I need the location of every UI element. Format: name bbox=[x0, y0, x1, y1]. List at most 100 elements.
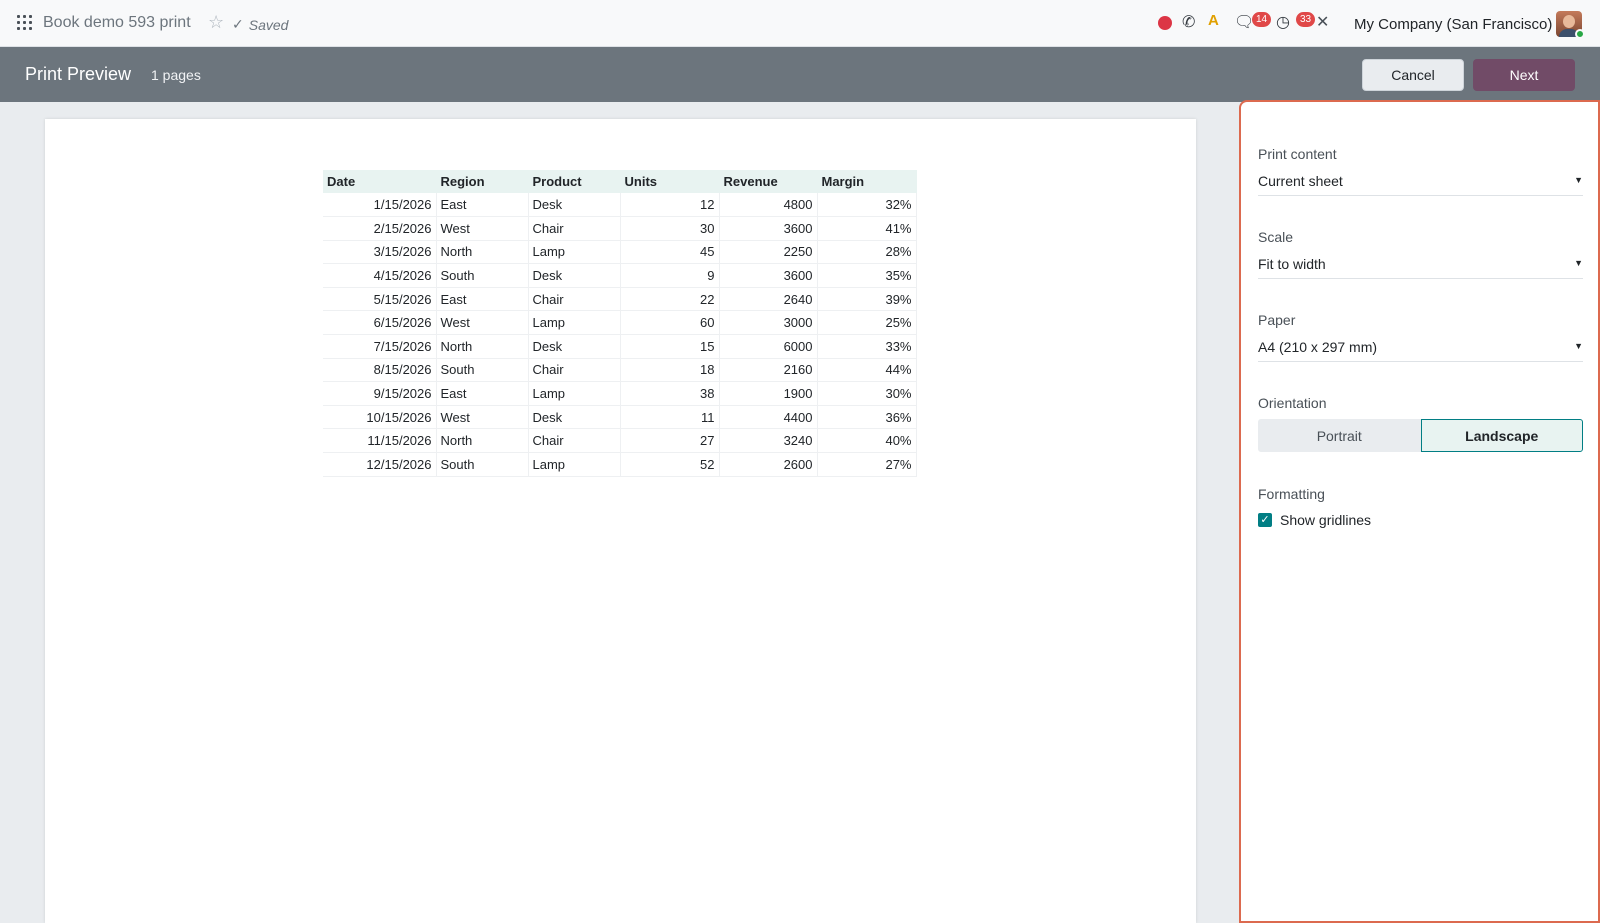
presence-status-icon bbox=[1575, 29, 1585, 39]
table-cell: 8/15/2026 bbox=[323, 358, 437, 383]
table-cell: Lamp bbox=[528, 452, 621, 477]
table-cell: 6000 bbox=[719, 334, 818, 359]
table-cell: 7/15/2026 bbox=[323, 334, 437, 359]
table-cell: 2250 bbox=[719, 240, 818, 265]
caret-down-icon: ▼ bbox=[1574, 175, 1583, 185]
table-row: 3/15/2026 North Lamp 45 2250 28% bbox=[323, 240, 917, 265]
orientation-field: Orientation Portrait Landscape bbox=[1258, 395, 1583, 452]
table-row: 7/15/2026 North Desk 15 6000 33% bbox=[323, 334, 917, 359]
table-header-row: Date Region Product Units Revenue Margin bbox=[323, 170, 917, 193]
ai-icon[interactable]: A bbox=[1208, 12, 1219, 29]
apps-menu-icon[interactable] bbox=[17, 15, 32, 30]
formatting-label: Formatting bbox=[1258, 486, 1325, 502]
show-gridlines-option[interactable]: ✓ Show gridlines bbox=[1258, 512, 1583, 528]
debug-tools-icon[interactable]: ✕ bbox=[1316, 12, 1329, 32]
table-cell: 25% bbox=[817, 310, 917, 336]
table-cell: 4/15/2026 bbox=[323, 263, 437, 288]
table-cell: 2640 bbox=[719, 287, 818, 312]
show-gridlines-label: Show gridlines bbox=[1280, 512, 1372, 528]
company-switcher[interactable]: My Company (San Francisco) bbox=[1354, 16, 1552, 33]
activities-clock-icon[interactable]: ◷ bbox=[1276, 12, 1290, 32]
table-cell: 15 bbox=[620, 334, 720, 359]
orientation-toggle: Portrait Landscape bbox=[1258, 419, 1583, 452]
table-cell: North bbox=[436, 240, 529, 265]
print-content-value: Current sheet bbox=[1258, 173, 1343, 189]
table-cell: 30 bbox=[620, 216, 720, 241]
table-row: 2/15/2026 West Chair 30 3600 41% bbox=[323, 216, 917, 241]
table-cell: Chair bbox=[528, 216, 621, 241]
column-header: Date bbox=[323, 170, 437, 193]
table-cell: 3600 bbox=[719, 216, 818, 241]
table-cell: 6/15/2026 bbox=[323, 310, 437, 336]
phone-icon[interactable]: ✆ bbox=[1182, 12, 1195, 32]
document-title[interactable]: Book demo 593 print bbox=[43, 14, 191, 32]
print-preview-header: Print Preview 1 pages Cancel Next bbox=[0, 47, 1600, 102]
table-cell: 32% bbox=[817, 193, 917, 218]
table-cell: 5/15/2026 bbox=[323, 287, 437, 312]
cancel-button[interactable]: Cancel bbox=[1362, 59, 1464, 91]
table-cell: 2/15/2026 bbox=[323, 216, 437, 241]
table-cell: West bbox=[436, 310, 529, 336]
messages-badge: 14 bbox=[1252, 12, 1271, 27]
table-cell: East bbox=[436, 381, 529, 406]
landscape-option[interactable]: Landscape bbox=[1420, 419, 1583, 452]
table-body: 1/15/2026 East Desk 12 4800 32% 2/15/2026 West C… bbox=[323, 193, 917, 477]
table-cell: 3600 bbox=[719, 263, 818, 288]
caret-down-icon: ▼ bbox=[1574, 258, 1583, 268]
table-cell: 11 bbox=[620, 405, 720, 430]
paper-field: Paper A4 (210 x 297 mm) ▼ bbox=[1258, 312, 1583, 362]
print-content-label: Print content bbox=[1258, 146, 1337, 162]
table-cell: West bbox=[436, 216, 529, 241]
table-cell: 3/15/2026 bbox=[323, 240, 437, 265]
table-cell: 28% bbox=[817, 240, 917, 265]
page-title: Print Preview bbox=[25, 64, 132, 84]
saved-label: Saved bbox=[248, 16, 289, 33]
column-header: Product bbox=[528, 170, 621, 193]
table-cell: 10/15/2026 bbox=[323, 405, 437, 430]
table-row: 9/15/2026 East Lamp 38 1900 30% bbox=[323, 381, 917, 406]
spreadsheet-table: Date Region Product Units Revenue Margin… bbox=[323, 170, 917, 477]
table-cell: 11/15/2026 bbox=[323, 428, 437, 454]
caret-down-icon: ▼ bbox=[1574, 341, 1583, 351]
paper-select[interactable]: A4 (210 x 297 mm) ▼ bbox=[1258, 339, 1583, 362]
table-cell: West bbox=[436, 405, 529, 430]
messages-icon[interactable]: 🗨 bbox=[1234, 12, 1254, 32]
page-count: 1 pages bbox=[151, 67, 201, 83]
formatting-field: Formatting ✓ Show gridlines bbox=[1258, 486, 1583, 528]
column-header: Region bbox=[436, 170, 529, 193]
table-cell: 36% bbox=[817, 405, 917, 430]
table-cell: 4400 bbox=[719, 405, 818, 430]
table-cell: East bbox=[436, 287, 529, 312]
save-status: ✓ Saved bbox=[232, 16, 288, 33]
star-icon[interactable]: ☆ bbox=[208, 12, 224, 33]
table-row: 5/15/2026 East Chair 22 2640 39% bbox=[323, 287, 917, 312]
scale-field: Scale Fit to width ▼ bbox=[1258, 229, 1583, 279]
table-cell: 44% bbox=[817, 358, 917, 383]
print-preview-page: Date Region Product Units Revenue Margin… bbox=[45, 119, 1196, 923]
column-header: Revenue bbox=[719, 170, 818, 193]
table-row: 11/15/2026 North Chair 27 3240 40% bbox=[323, 428, 917, 454]
scale-label: Scale bbox=[1258, 229, 1294, 245]
table-cell: South bbox=[436, 263, 529, 288]
table-cell: Lamp bbox=[528, 381, 621, 406]
portrait-option[interactable]: Portrait bbox=[1258, 419, 1421, 452]
table-cell: Lamp bbox=[528, 310, 621, 336]
print-content-select[interactable]: Current sheet ▼ bbox=[1258, 173, 1583, 196]
table-cell: 12/15/2026 bbox=[323, 452, 437, 477]
table-cell: 41% bbox=[817, 216, 917, 241]
table-cell: 52 bbox=[620, 452, 720, 477]
scale-value: Fit to width bbox=[1258, 256, 1326, 272]
table-cell: 1/15/2026 bbox=[323, 193, 437, 218]
table-cell: 30% bbox=[817, 381, 917, 406]
top-navbar: Book demo 593 print ☆ ✓ Saved ✆ A 🗨 14 ◷… bbox=[0, 0, 1600, 47]
next-button[interactable]: Next bbox=[1473, 59, 1575, 91]
table-cell: Desk bbox=[528, 193, 621, 218]
table-row: 1/15/2026 East Desk 12 4800 32% bbox=[323, 193, 917, 218]
record-icon[interactable] bbox=[1158, 16, 1172, 30]
checkbox-checked-icon[interactable]: ✓ bbox=[1258, 513, 1272, 527]
print-settings-panel: Print content Current sheet ▼ Scale Fit … bbox=[1239, 100, 1600, 923]
print-content-field: Print content Current sheet ▼ bbox=[1258, 146, 1583, 196]
table-cell: North bbox=[436, 428, 529, 454]
table-cell: 4800 bbox=[719, 193, 818, 218]
scale-select[interactable]: Fit to width ▼ bbox=[1258, 256, 1583, 279]
